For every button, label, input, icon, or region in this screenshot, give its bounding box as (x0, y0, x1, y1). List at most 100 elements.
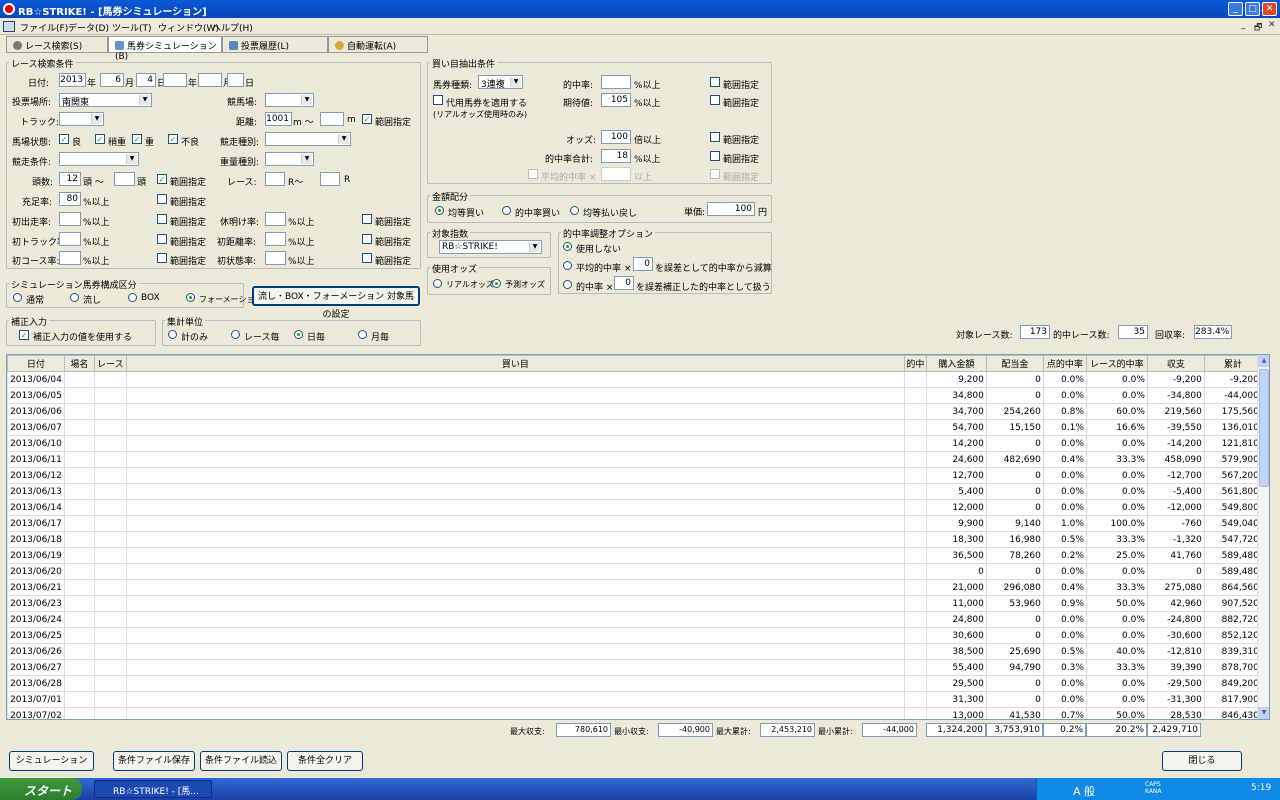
expected-input[interactable]: 105 (601, 93, 631, 107)
weight-select[interactable] (265, 152, 314, 166)
table-row[interactable]: 2013/06/26 38,500 25,690 0.5% 40.0% -12,810 83… (7, 643, 1262, 660)
sim-nagashi-radio[interactable] (70, 293, 79, 302)
menu-tools[interactable]: ツール(T) (112, 21, 152, 34)
menu-data[interactable]: データ(D) (68, 21, 109, 34)
ime-indicator[interactable]: A 般 (1073, 783, 1095, 799)
first-track-range-checkbox[interactable] (157, 234, 167, 244)
rest-input[interactable] (265, 212, 286, 226)
table-row[interactable]: 2013/06/17 9,900 9,140 1.0% 100.0% -760 549,04… (7, 515, 1262, 532)
table-row[interactable]: 2013/06/27 55,400 94,790 0.3% 33.3% 39,390 878… (7, 659, 1262, 676)
first-course-range-checkbox[interactable] (157, 253, 167, 263)
heads-from-input[interactable]: 12 (59, 172, 81, 186)
table-scrollbar[interactable]: ▲ ▼ (1257, 355, 1269, 719)
column-header[interactable]: 累計 (1203, 355, 1262, 372)
unit-price-input[interactable]: 100 (707, 202, 755, 216)
agg-total-radio[interactable] (168, 330, 177, 339)
tab-simulation[interactable]: 馬券シミュレーション(B) (108, 36, 222, 62)
keiba-select[interactable] (265, 93, 314, 107)
heads-range-checkbox[interactable]: ✓ (157, 174, 167, 184)
mdi-restore-button[interactable]: 🗗 (1254, 20, 1262, 36)
avg-range-checkbox[interactable] (710, 169, 720, 179)
condition-select[interactable] (59, 152, 139, 166)
column-header[interactable]: 収支 (1146, 355, 1205, 372)
column-header[interactable]: 買い目 (125, 355, 905, 372)
baba-slightly-heavy-checkbox[interactable]: ✓ (95, 134, 105, 144)
column-header[interactable]: 配当金 (985, 355, 1044, 372)
first-distance-range-checkbox[interactable] (362, 234, 372, 244)
race-from-input[interactable] (265, 172, 285, 186)
money-payout-radio[interactable] (570, 206, 579, 215)
column-header[interactable]: 日付 (7, 355, 65, 372)
distance-to-input[interactable] (320, 112, 344, 126)
menu-help[interactable]: ヘルプ(H) (212, 21, 253, 34)
avg-hit-input[interactable] (601, 167, 631, 181)
tab-auto-run[interactable]: 自動運転(A) (328, 36, 428, 53)
correction-checkbox[interactable]: ✓ (19, 330, 29, 340)
table-row[interactable]: 2013/06/05 34,800 0 0.0% 0.0% -34,800 -44,000 (7, 387, 1262, 404)
hit-sum-input[interactable]: 18 (601, 149, 631, 163)
scroll-down-icon[interactable]: ▼ (1258, 707, 1269, 719)
column-header[interactable]: 場名 (63, 355, 95, 372)
agg-month-radio[interactable] (358, 330, 367, 339)
avg-hit-checkbox[interactable] (528, 169, 538, 179)
fill-range-checkbox[interactable] (157, 194, 167, 204)
real-odds-radio[interactable] (433, 279, 442, 288)
first-distance-input[interactable] (265, 232, 286, 246)
substitute-checkbox[interactable] (433, 95, 443, 105)
result-table[interactable]: 日付 場名 レース 買い目 的中 購入金額 配当金 点的中率 レース的中率 収支 累計 2013/0… (6, 354, 1270, 720)
baba-bad-checkbox[interactable]: ✓ (168, 134, 178, 144)
table-row[interactable]: 2013/06/11 24,600 482,690 0.4% 33.3% 458,090 5… (7, 451, 1262, 468)
table-row[interactable]: 2013/06/24 24,800 0 0.0% 0.0% -24,800 882,720 (7, 611, 1262, 628)
table-row[interactable]: 2013/06/23 11,000 53,960 0.9% 50.0% 42,960 907… (7, 595, 1262, 612)
target-index-select[interactable]: RB☆STRIKE! (439, 240, 542, 254)
expected-range-checkbox[interactable] (710, 95, 720, 105)
distance-from-input[interactable]: 1001 (265, 112, 292, 126)
table-row[interactable]: 2013/06/14 12,000 0 0.0% 0.0% -12,000 549,800 (7, 499, 1262, 516)
tab-history[interactable]: 投票履歴(L) (222, 36, 328, 53)
race-to-input[interactable] (320, 172, 340, 186)
adjust-none-radio[interactable] (563, 242, 572, 251)
year-from-input[interactable]: 2013 (59, 73, 86, 87)
maximize-button[interactable]: □ (1245, 2, 1260, 16)
table-row[interactable]: 2013/06/13 5,400 0 0.0% 0.0% -5,400 561,800 (7, 483, 1262, 500)
load-condition-button[interactable]: 条件ファイル読込 (200, 751, 282, 771)
ticket-type-select[interactable]: 3連複 (478, 75, 523, 89)
year-to-input[interactable] (163, 73, 187, 87)
clear-condition-button[interactable]: 条件全クリア (287, 751, 363, 771)
table-row[interactable]: 2013/06/06 34,700 254,260 0.8% 60.0% 219,560 1… (7, 403, 1262, 420)
first-run-input[interactable] (59, 212, 81, 226)
first-track-input[interactable] (59, 232, 81, 246)
column-header[interactable]: レース的中率 (1085, 355, 1148, 372)
taskbar-app-button[interactable]: RB☆STRIKE! - [馬... (94, 780, 212, 798)
adjust-avg-radio[interactable] (563, 261, 572, 270)
close-button[interactable]: 閉じる (1162, 751, 1242, 771)
save-condition-button[interactable]: 条件ファイル保存 (113, 751, 195, 771)
adjust-hit-input[interactable]: 0 (614, 276, 634, 290)
table-row[interactable]: 2013/06/12 12,700 0 0.0% 0.0% -12,700 567,200 (7, 467, 1262, 484)
first-state-range-checkbox[interactable] (362, 253, 372, 263)
predicted-odds-radio[interactable] (492, 279, 501, 288)
table-row[interactable]: 2013/06/19 36,500 78,260 0.2% 25.0% 41,760 589… (7, 547, 1262, 564)
table-row[interactable]: 2013/06/10 14,200 0 0.0% 0.0% -14,200 121,810 (7, 435, 1262, 452)
adjust-avg-input[interactable]: 0 (633, 257, 653, 271)
close-window-button[interactable]: ✕ (1262, 2, 1277, 16)
minimize-button[interactable]: _ (1228, 2, 1243, 16)
fill-rate-input[interactable]: 80 (59, 192, 81, 206)
sim-normal-radio[interactable] (13, 293, 22, 302)
agg-race-radio[interactable] (231, 330, 240, 339)
mdi-minimize-button[interactable]: _ (1241, 20, 1246, 30)
first-state-input[interactable] (265, 251, 286, 265)
column-header[interactable]: レース (93, 355, 127, 372)
target-horse-setting-button[interactable]: 流し・BOX・フォーメーション 対象馬の設定 (252, 286, 420, 320)
agg-day-radio[interactable] (294, 330, 303, 339)
baba-heavy-checkbox[interactable]: ✓ (132, 134, 142, 144)
column-header[interactable]: 的中 (903, 355, 927, 372)
hit-sum-range-checkbox[interactable] (710, 151, 720, 161)
mdi-close-button[interactable]: ✕ (1268, 20, 1276, 30)
hit-range-checkbox[interactable] (710, 77, 720, 87)
table-row[interactable]: 2013/07/02 13,000 41,530 0.7% 50.0% 28,530 846… (7, 707, 1262, 719)
tab-race-search[interactable]: レース検索(S) (6, 36, 108, 53)
doc-icon[interactable] (3, 21, 15, 32)
odds-range-checkbox[interactable] (710, 132, 720, 142)
day-to-input[interactable] (227, 73, 244, 87)
